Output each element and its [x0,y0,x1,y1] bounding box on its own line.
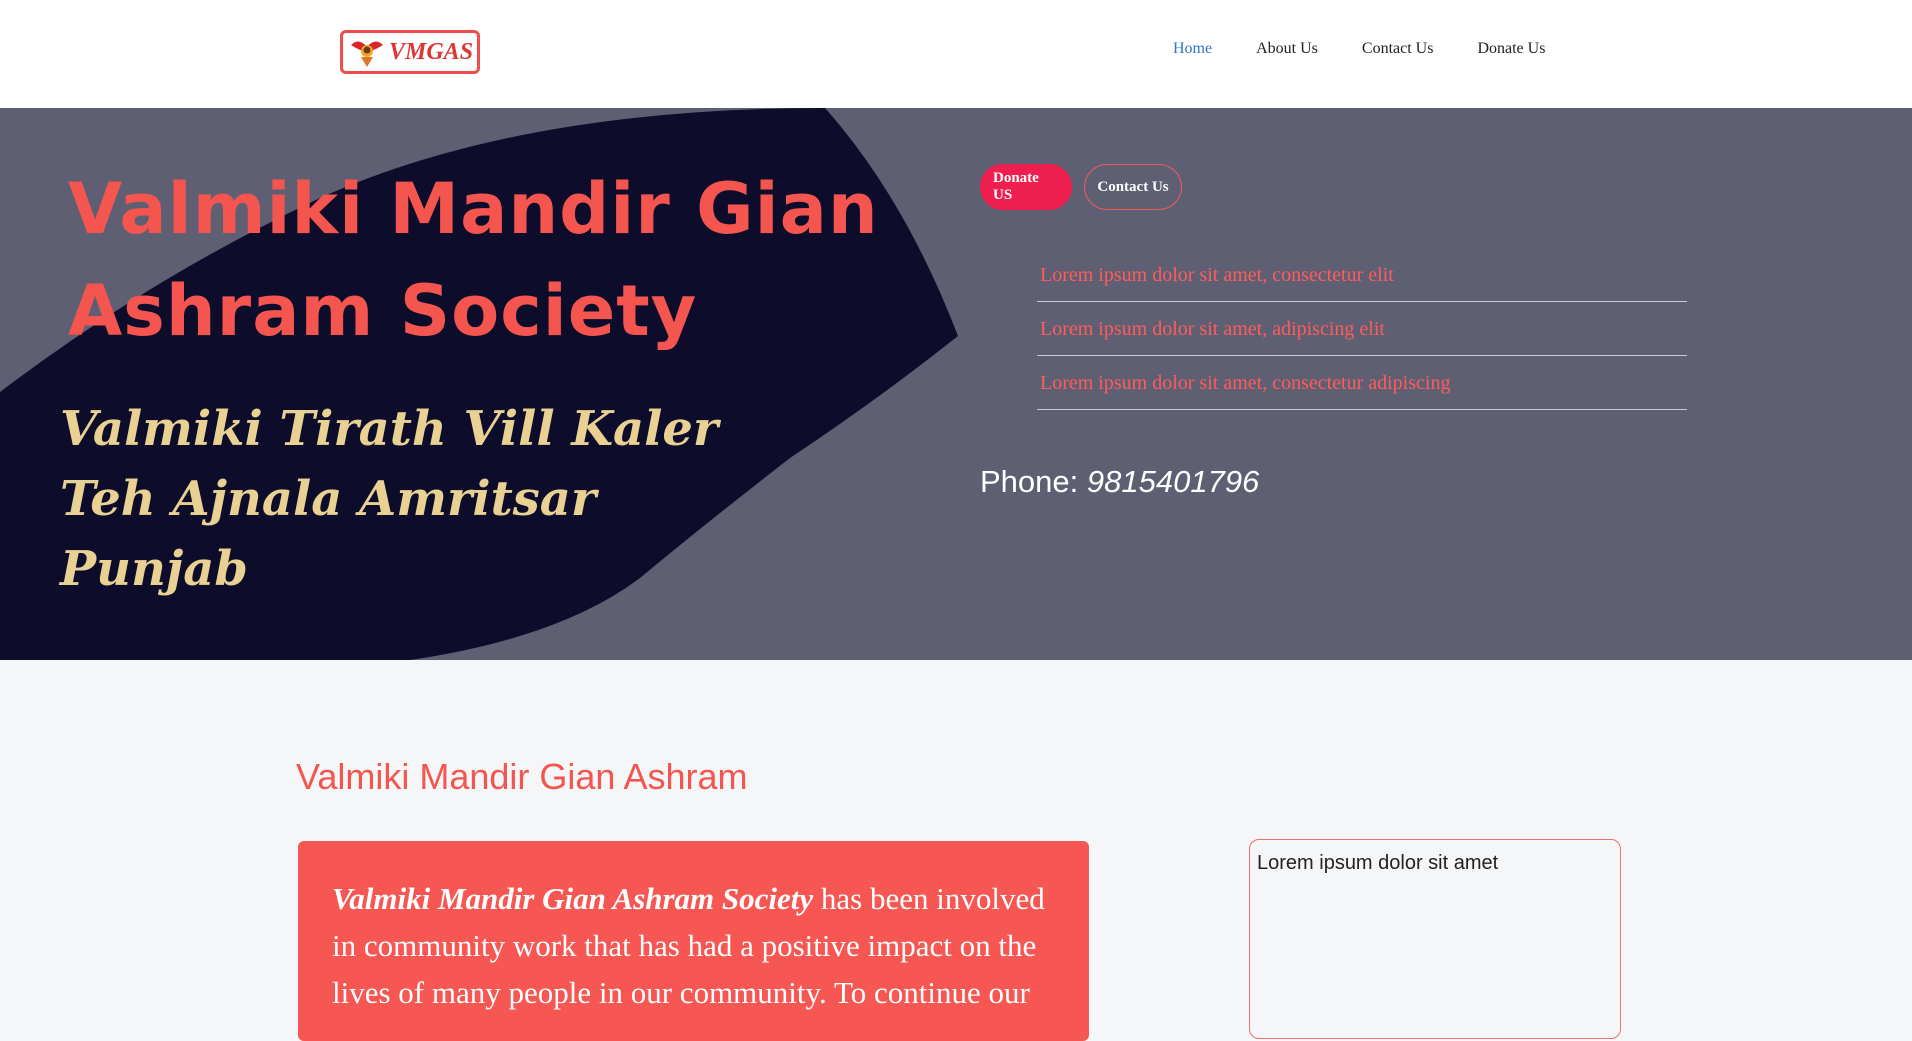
address-line: Punjab [60,541,248,597]
side-box-text: Lorem ipsum dolor sit amet [1257,852,1499,874]
contact-button[interactable]: Contact Us [1084,164,1182,210]
hero-info-panel: Donate US Contact Us Lorem ipsum dolor s… [980,164,1700,500]
logo-text: VMGAS [389,38,474,65]
hero-address: Valmiki Tirath Vill Kaler Teh Ajnala Amr… [60,394,760,604]
phone-label: Phone: [980,464,1079,499]
feature-list: Lorem ipsum dolor sit amet, consectetur … [1037,248,1687,410]
phone-number[interactable]: 9815401796 [1087,464,1259,499]
nav-home[interactable]: Home [1173,40,1212,58]
nav-donate-us[interactable]: Donate Us [1477,40,1545,58]
list-item: Lorem ipsum dolor sit amet, consectetur … [1037,248,1687,302]
main-nav: Home About Us Contact Us Donate Us [1173,40,1589,58]
nav-contact-us[interactable]: Contact Us [1362,40,1434,58]
site-header: VMGAS Home About Us Contact Us Donate Us [0,0,1912,108]
section-title: Valmiki Mandir Gian Ashram [296,756,748,797]
hero-section: Valmiki Mandir Gian Ashram Society Valmi… [0,108,1912,660]
side-box: Lorem ipsum dolor sit amet [1249,839,1621,1039]
about-card: Valmiki Mandir Gian Ashram Society has b… [298,841,1089,1041]
donate-button[interactable]: Donate US [980,164,1072,210]
address-line: Teh Ajnala Amritsar [60,471,597,527]
logo-emblem-icon [349,35,385,69]
list-item: Lorem ipsum dolor sit amet, adipiscing e… [1037,302,1687,356]
about-org-name: Valmiki Mandir Gian Ashram Society [332,881,814,916]
about-text: Valmiki Mandir Gian Ashram Society has b… [332,875,1059,1016]
site-logo[interactable]: VMGAS [340,30,480,74]
address-line: Valmiki Tirath Vill Kaler [60,401,719,457]
phone-info: Phone: 9815401796 [980,464,1700,500]
hero-title: Valmiki Mandir Gian Ashram Society [68,168,879,352]
list-item: Lorem ipsum dolor sit amet, consectetur … [1037,356,1687,410]
nav-about-us[interactable]: About Us [1256,40,1318,58]
hero-button-row: Donate US Contact Us [980,164,1700,210]
